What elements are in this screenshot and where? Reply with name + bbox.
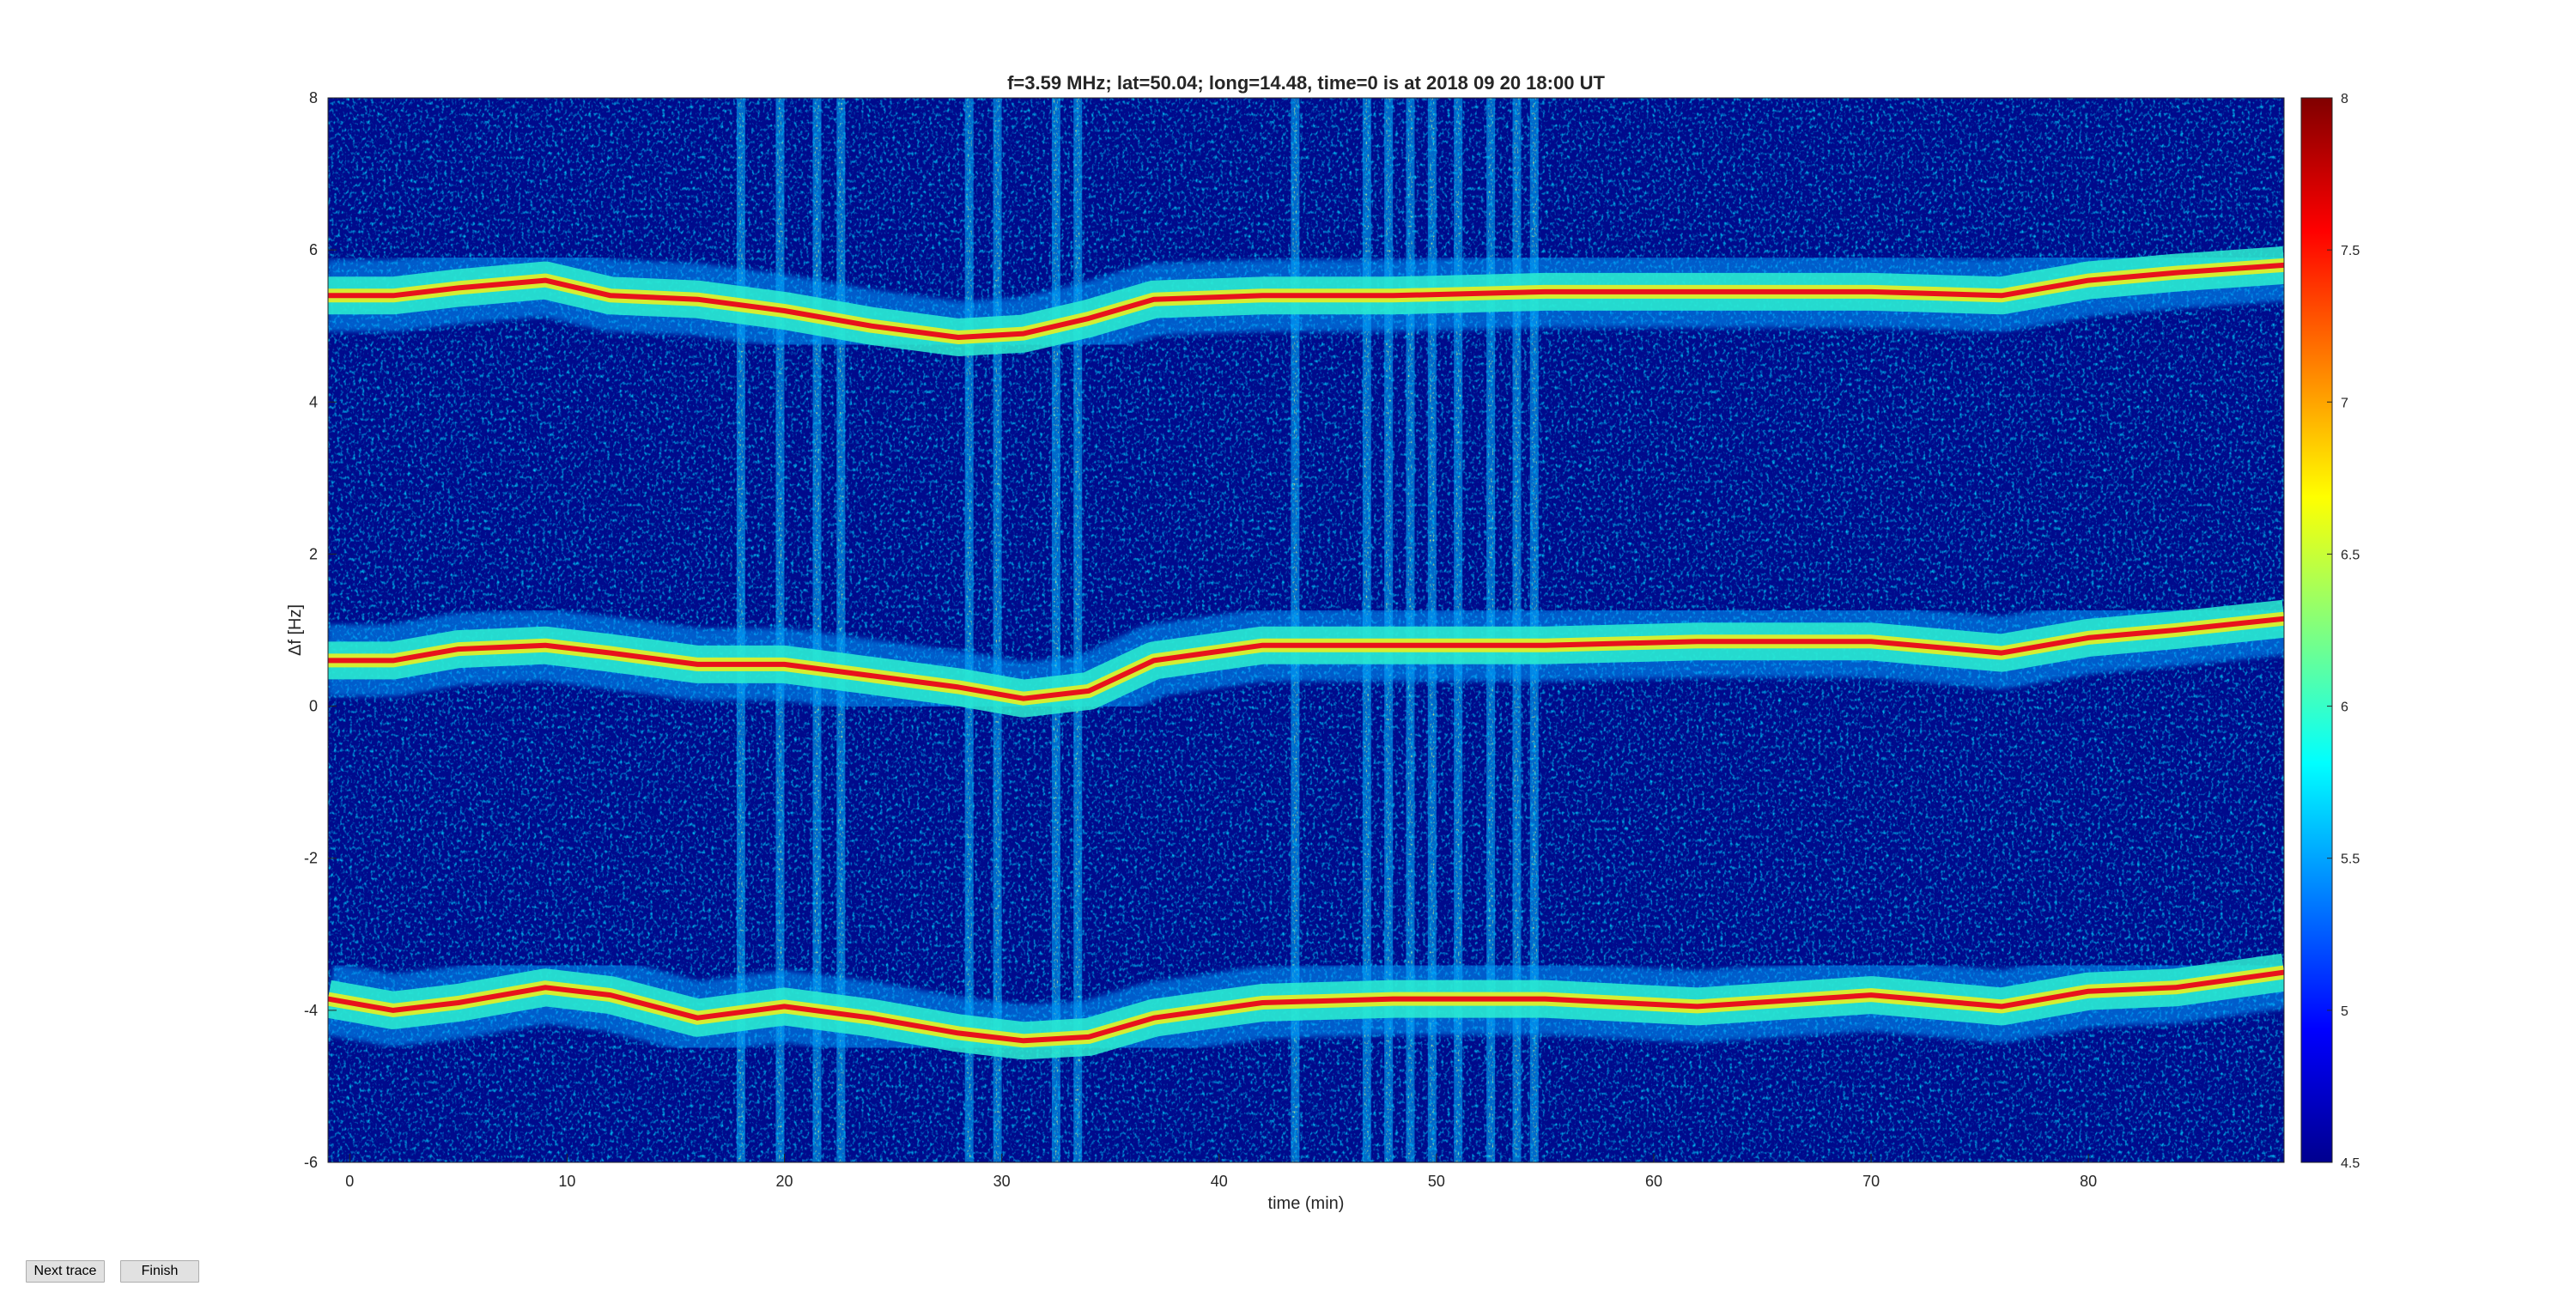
x-tick-label: 70 (1862, 1173, 1880, 1190)
y-tick-label: -6 (304, 1154, 318, 1171)
y-tick-label: -2 (304, 850, 318, 867)
x-tick-label: 40 (1211, 1173, 1228, 1190)
x-tick-label: 50 (1428, 1173, 1445, 1190)
x-tick-label: 30 (993, 1173, 1011, 1190)
colorbar-tick-label: 8 (2341, 92, 2348, 106)
colorbar-tick-label: 7 (2341, 396, 2348, 410)
y-tick-label: 4 (309, 393, 318, 410)
finish-button[interactable]: Finish (120, 1260, 199, 1283)
x-tick-label: 60 (1645, 1173, 1662, 1190)
chart-title: f=3.59 MHz; lat=50.04; long=14.48, time=… (1007, 72, 1605, 94)
colorbar-tick-label: 7.5 (2341, 244, 2360, 258)
colorbar-tick-label: 5 (2341, 1004, 2348, 1019)
colorbar (2300, 97, 2333, 1163)
x-tick-label: 0 (345, 1173, 354, 1190)
x-tick-label: 80 (2080, 1173, 2097, 1190)
colorbar-tick-label: 4.5 (2341, 1156, 2360, 1171)
x-tick-label: 20 (776, 1173, 793, 1190)
colorbar-tick-label: 6.5 (2341, 548, 2360, 562)
y-tick-label: 2 (309, 545, 318, 562)
y-axis-label: Δf [Hz] (286, 604, 305, 656)
y-tick-label: -4 (304, 1002, 318, 1019)
y-tick-label: 6 (309, 241, 318, 258)
x-axis-label: time (min) (1268, 1194, 1345, 1213)
next-trace-button[interactable]: Next trace (26, 1260, 105, 1283)
y-tick-label: 0 (309, 698, 318, 715)
y-tick-label: 8 (309, 89, 318, 106)
colorbar-tick-label: 6 (2341, 701, 2348, 715)
x-tick-label: 10 (558, 1173, 575, 1190)
plot-area (328, 98, 2284, 1162)
spectrogram-figure: f=3.59 MHz; lat=50.04; long=14.48, time=… (286, 72, 2360, 1213)
colorbar-tick-label: 5.5 (2341, 852, 2360, 867)
